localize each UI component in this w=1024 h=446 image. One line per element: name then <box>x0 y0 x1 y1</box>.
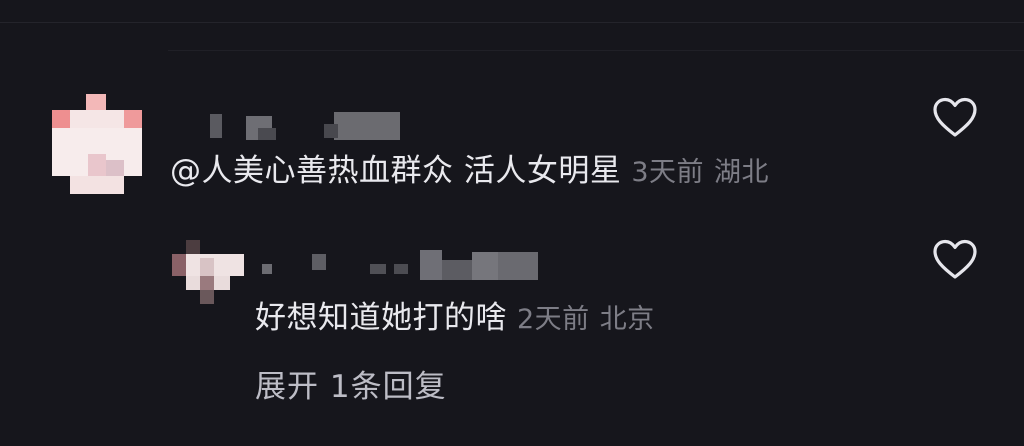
reply-location: 北京 <box>599 304 655 335</box>
like-button[interactable] <box>932 97 978 139</box>
top-divider <box>0 22 1024 23</box>
comment-body: @人美心善热血群众 活人女明星 <box>170 153 622 189</box>
reply-like-button[interactable] <box>932 239 978 281</box>
heart-outline-icon <box>933 97 977 137</box>
reply-avatar[interactable] <box>172 240 244 304</box>
comment-screen: @人美心善热血群众 活人女明星 3天前 湖北 好想知道她打的啥 2天前 北京 展开 1条 <box>0 0 1024 446</box>
comment-text: @人美心善热血群众 活人女明星 3天前 湖北 <box>170 156 769 187</box>
reply-author-name[interactable] <box>262 250 552 284</box>
heart-outline-icon <box>933 239 977 279</box>
reply-text: 好想知道她打的啥 2天前 北京 <box>255 303 655 334</box>
section-divider <box>168 50 1024 51</box>
commenter-name[interactable] <box>210 112 410 142</box>
reply-time: 2天前 <box>517 304 590 335</box>
commenter-avatar[interactable] <box>52 94 142 194</box>
comment-time: 3天前 <box>631 157 705 188</box>
comment-location: 湖北 <box>714 157 770 188</box>
expand-replies-button[interactable]: 展开 1条回复 <box>255 372 447 403</box>
reply-body: 好想知道她打的啥 <box>255 300 507 336</box>
